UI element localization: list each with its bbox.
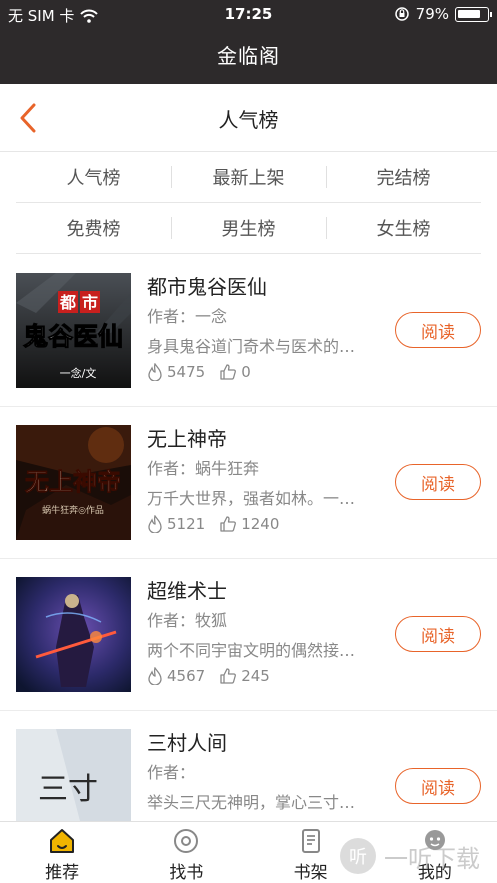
fire-icon [148, 515, 162, 533]
home-icon [50, 829, 75, 853]
nav-find-books[interactable]: 找书 [124, 822, 248, 883]
read-button[interactable]: 阅读 [395, 616, 481, 652]
book-list: 都 市 鬼谷医仙 一念/文 都市鬼谷医仙 作者：一念 身具鬼谷道门奇术与医术的…… [0, 255, 497, 863]
thumbs-up-icon [220, 668, 237, 684]
list-item[interactable]: 无上神帝 蜗牛狂奔◎作品 无上神帝 作者：蜗牛狂奔 万千大世界，强者如林。一… … [0, 407, 497, 559]
compass-icon [174, 829, 199, 853]
read-button[interactable]: 阅读 [395, 464, 481, 500]
cover-title-top-left: 都 [59, 293, 76, 312]
tab-row: 人气榜 最新上架 完结榜 [16, 152, 481, 203]
book-author: 作者： [147, 763, 196, 782]
book-cover[interactable] [16, 577, 131, 692]
cover-title-main: 鬼谷医仙 [23, 322, 123, 351]
nav-label: 找书 [169, 863, 204, 883]
book-description: 两个不同宇宙文明的偶然接… [147, 641, 356, 660]
status-bar: 无 SIM 卡 17:25 79% [0, 0, 497, 28]
cover-author: 一念/文 [60, 366, 97, 380]
bookshelf-icon [301, 829, 320, 853]
book-title[interactable]: 超维术士 [147, 575, 227, 604]
fire-icon [148, 363, 162, 381]
like-count: 0 [241, 363, 251, 381]
fire-icon [148, 667, 162, 685]
watermark-logo-text: 听 [349, 847, 367, 868]
book-description: 万千大世界，强者如林。一… [147, 489, 356, 508]
watermark-text: 一听下载 [384, 844, 480, 873]
book-title[interactable]: 都市鬼谷医仙 [147, 271, 267, 300]
book-stats: 5121 1240 [147, 515, 293, 533]
nav-label: 推荐 [45, 863, 80, 883]
read-button[interactable]: 阅读 [395, 312, 481, 348]
cover-title-main: 无上神帝 [25, 467, 121, 496]
nav-bar: 人气榜 [0, 84, 497, 152]
read-button[interactable]: 阅读 [395, 768, 481, 804]
book-author: 作者：一念 [147, 307, 228, 326]
view-count: 5121 [167, 515, 206, 533]
cover-title-main: 三寸 [38, 772, 98, 807]
orientation-lock-icon [394, 7, 409, 21]
book-cover[interactable]: 无上神帝 蜗牛狂奔◎作品 [16, 425, 131, 540]
book-stats: 5475 0 [147, 363, 265, 381]
book-stats: 4567 245 [147, 667, 284, 685]
view-count: 4567 [167, 667, 206, 685]
tab-free[interactable]: 免费榜 [16, 203, 171, 253]
tab-newest[interactable]: 最新上架 [171, 152, 326, 202]
like-count: 1240 [241, 515, 280, 533]
nav-label: 书架 [293, 863, 328, 883]
book-title[interactable]: 三村人间 [147, 727, 227, 756]
app-title: 金临阁 [0, 28, 497, 84]
list-item[interactable]: 超维术士 作者：牧狐 两个不同宇宙文明的偶然接… 4567 245 阅读 [0, 559, 497, 711]
tab-male[interactable]: 男生榜 [171, 203, 326, 253]
list-item[interactable]: 都 市 鬼谷医仙 一念/文 都市鬼谷医仙 作者：一念 身具鬼谷道门奇术与医术的…… [0, 255, 497, 407]
watermark-logo-icon: 听 [340, 838, 376, 874]
book-title[interactable]: 无上神帝 [147, 423, 227, 452]
view-count: 5475 [167, 363, 206, 381]
nav-recommend[interactable]: 推荐 [0, 822, 124, 883]
book-author: 作者：蜗牛狂奔 [147, 459, 260, 478]
book-cover[interactable]: 都 市 鬼谷医仙 一念/文 [16, 273, 131, 388]
book-description: 举头三尺无神明，掌心三寸… [147, 793, 356, 812]
ranking-tabs: 人气榜 最新上架 完结榜 免费榜 男生榜 女生榜 [16, 152, 481, 254]
thumbs-up-icon [220, 516, 237, 532]
thumbs-up-icon [220, 364, 237, 380]
battery-percent: 79% [415, 5, 449, 23]
watermark: 听 一听下载 [338, 836, 480, 876]
tab-female[interactable]: 女生榜 [326, 203, 481, 253]
like-count: 245 [241, 667, 270, 685]
battery-icon [455, 6, 492, 22]
book-description: 身具鬼谷道门奇术与医术的… [147, 337, 356, 356]
cover-author: 蜗牛狂奔◎作品 [42, 504, 104, 516]
tab-row: 免费榜 男生榜 女生榜 [16, 203, 481, 254]
cover-title-top-right: 市 [82, 293, 98, 312]
book-author: 作者：牧狐 [147, 611, 228, 630]
page-title: 人气榜 [218, 108, 279, 132]
tab-completed[interactable]: 完结榜 [326, 152, 481, 202]
tab-popular[interactable]: 人气榜 [16, 152, 171, 202]
